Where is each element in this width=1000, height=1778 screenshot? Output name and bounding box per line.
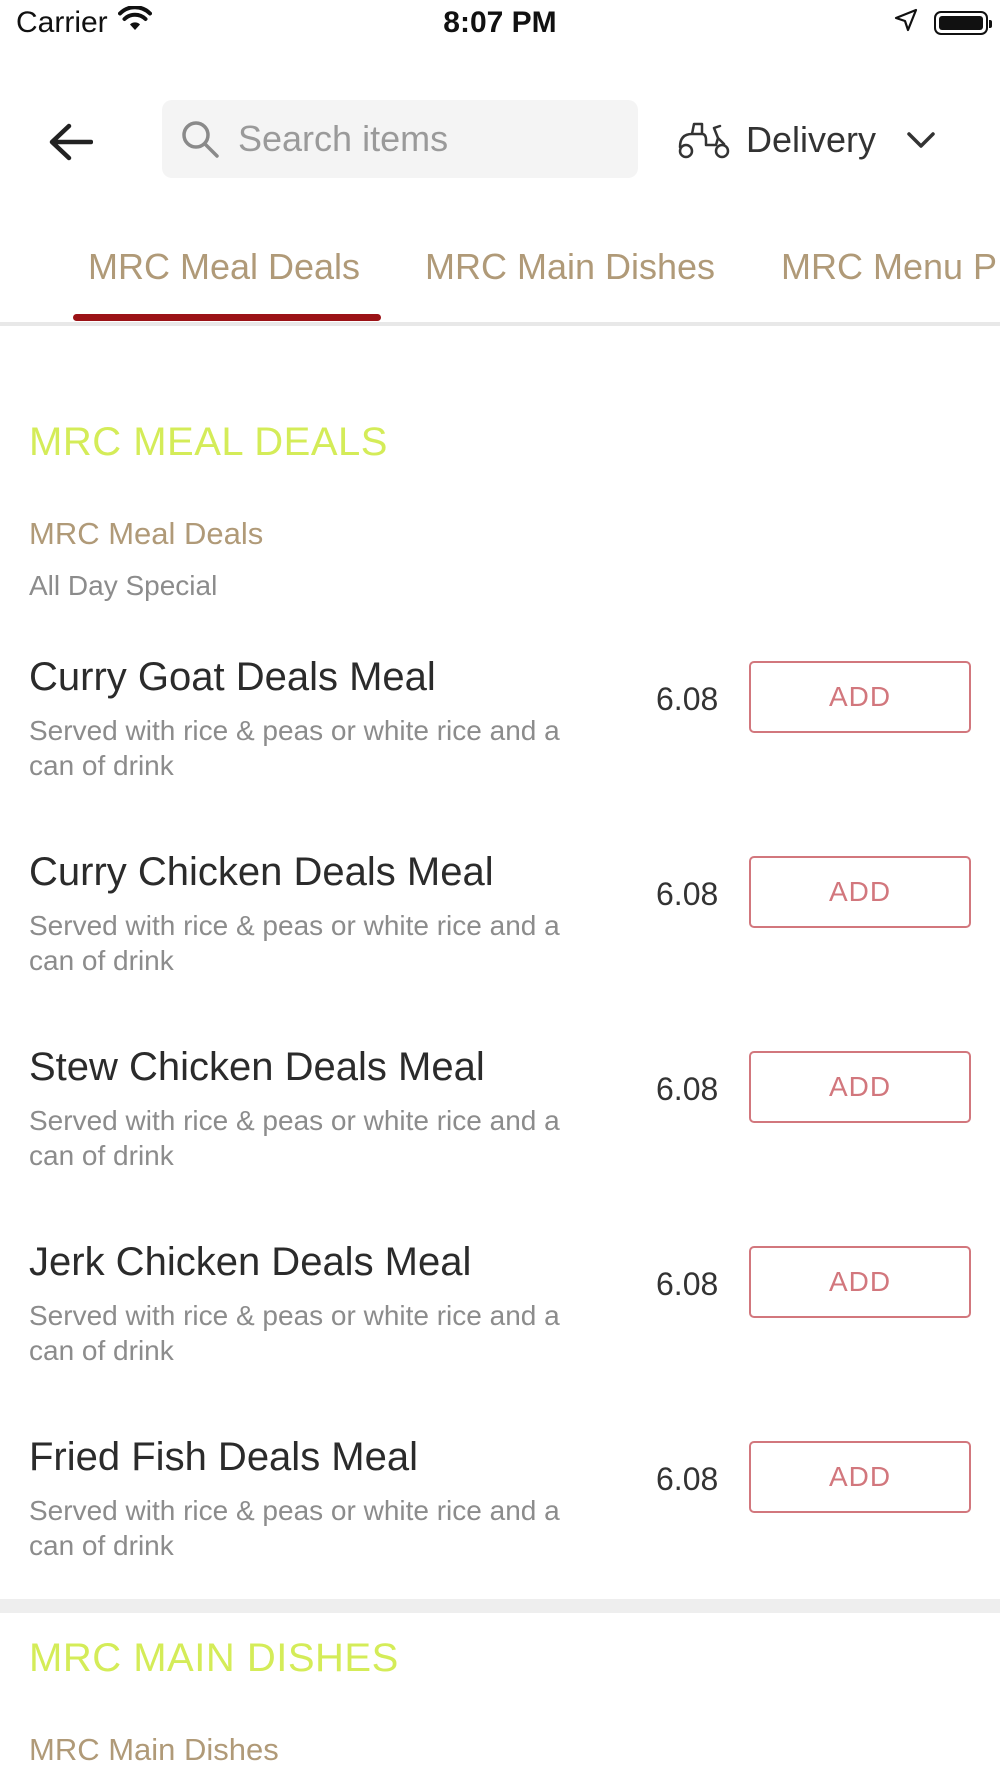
menu-item: Stew Chicken Deals Meal Served with rice… [0, 1045, 1000, 1225]
status-bar-right [894, 8, 992, 37]
add-button[interactable]: ADD [749, 1441, 971, 1513]
delivery-label: Delivery [746, 119, 877, 160]
add-button[interactable]: ADD [749, 661, 971, 733]
item-name: Jerk Chicken Deals Meal [29, 1240, 472, 1284]
item-price: 6.08 [656, 1071, 719, 1107]
tab-mrc-main-dishes[interactable]: MRC Main Dishes [425, 246, 715, 288]
chevron-down-icon [907, 132, 935, 148]
item-price: 6.08 [656, 1461, 719, 1497]
item-description: Served with rice & peas or white rice an… [29, 715, 560, 781]
item-description: Served with rice & peas or white rice an… [29, 910, 560, 976]
menu-item: Fried Fish Deals Meal Served with rice &… [0, 1435, 1000, 1615]
item-name: Curry Chicken Deals Meal [29, 850, 494, 894]
item-price: 6.08 [656, 1266, 719, 1302]
status-time: 8:07 PM [443, 6, 557, 39]
item-price: 6.08 [656, 876, 719, 912]
search-icon [182, 121, 219, 158]
item-name: Curry Goat Deals Meal [29, 655, 436, 699]
section-separator [0, 1599, 1000, 1613]
tab-mrc-menu[interactable]: MRC Menu P [781, 246, 997, 288]
subcategory-title: MRC Meal Deals [29, 516, 264, 551]
add-button[interactable]: ADD [749, 1246, 971, 1318]
section-title: MRC MAIN DISHES [29, 1636, 399, 1680]
item-description: Served with rice & peas or white rice an… [29, 1300, 560, 1366]
item-description: Served with rice & peas or white rice an… [29, 1495, 560, 1561]
battery-icon [934, 10, 992, 35]
subcategory-title: MRC Main Dishes [29, 1732, 279, 1767]
subcategory-description: All Day Special [29, 570, 218, 601]
search-input[interactable] [236, 117, 620, 161]
active-tab-indicator [73, 314, 381, 321]
category-tabs: MRC Meal Deals MRC Main Dishes MRC Menu … [0, 240, 1000, 322]
scooter-icon [678, 122, 730, 159]
add-button[interactable]: ADD [749, 1051, 971, 1123]
section-title: MRC MEAL DEALS [29, 420, 388, 464]
location-arrow-icon [894, 8, 918, 37]
item-name: Stew Chicken Deals Meal [29, 1045, 485, 1089]
menu-item: Jerk Chicken Deals Meal Served with rice… [0, 1240, 1000, 1420]
back-arrow-icon [49, 123, 93, 161]
menu-item: Curry Goat Deals Meal Served with rice &… [0, 655, 1000, 835]
item-description: Served with rice & peas or white rice an… [29, 1105, 560, 1171]
menu-item: Curry Chicken Deals Meal Served with ric… [0, 850, 1000, 1030]
item-price: 6.08 [656, 681, 719, 717]
delivery-mode-selector[interactable]: Delivery [676, 110, 936, 170]
tab-mrc-meal-deals[interactable]: MRC Meal Deals [88, 246, 360, 288]
tabs-divider [0, 322, 1000, 326]
search-bar[interactable] [162, 100, 638, 178]
add-button[interactable]: ADD [749, 856, 971, 928]
back-button[interactable] [40, 112, 100, 172]
item-name: Fried Fish Deals Meal [29, 1435, 419, 1479]
